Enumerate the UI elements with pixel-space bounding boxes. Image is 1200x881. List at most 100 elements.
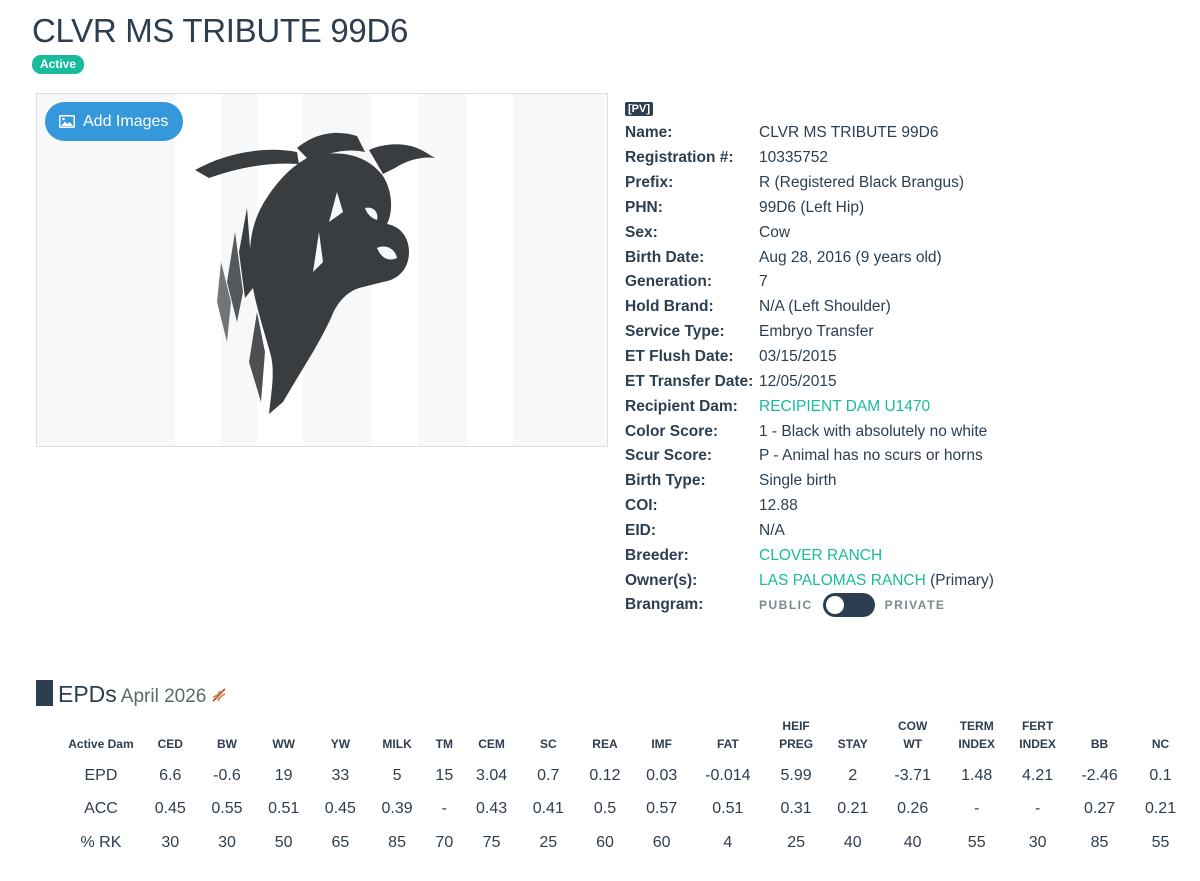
detail-value: N/A — [759, 521, 785, 539]
animal-image-panel: Add Images — [36, 93, 608, 447]
toggle-knob — [825, 596, 844, 615]
table-cell: 0.5 — [593, 800, 617, 818]
detail-label: Scur Score: — [625, 447, 713, 465]
detail-row-owners: Owner(s): LAS PALOMAS RANCH (Primary) — [625, 568, 1185, 593]
breeder-link[interactable]: CLOVER RANCH — [759, 547, 882, 564]
column-header: MILK — [382, 737, 412, 751]
private-label: PRIVATE — [884, 598, 946, 613]
detail-row-sex: Sex: Cow — [625, 220, 1185, 245]
row-label: % RK — [80, 833, 122, 851]
table-cell: 0.39 — [381, 800, 413, 818]
recipient-dam-link[interactable]: RECIPIENT DAM U1470 — [759, 398, 930, 415]
detail-label: Hold Brand: — [625, 298, 714, 316]
public-label: PUBLIC — [759, 598, 813, 613]
detail-label: Birth Type: — [625, 472, 706, 490]
column-header: TERM INDEX — [958, 719, 996, 751]
table-cell: 0.51 — [268, 800, 300, 818]
epd-table-body: EPD 6.6 -0.6 19 33 5 15 3.04 0.7 0.12 0.03 -0.014 5.… — [60, 759, 1190, 860]
detail-label: Sex: — [625, 223, 658, 241]
detail-row-registration: Registration #: 10335752 — [625, 146, 1185, 171]
table-cell: 30 — [1028, 833, 1047, 851]
detail-row-et-transfer-date: ET Transfer Date: 12/05/2015 — [625, 369, 1185, 394]
detail-label: Registration #: — [625, 149, 734, 167]
detail-value: R (Registered Black Brangus) — [759, 174, 965, 192]
detail-row-color-score: Color Score: 1 - Black with absolutely n… — [625, 419, 1185, 444]
detail-row-birth-date: Birth Date: Aug 28, 2016 (9 years old) — [625, 245, 1185, 270]
table-cell: 25 — [539, 833, 558, 851]
column-header: TM — [435, 737, 453, 751]
table-cell: -2.46 — [1081, 766, 1118, 784]
table-cell: 0.57 — [646, 800, 678, 818]
table-cell: 0.1 — [1149, 766, 1172, 784]
image-icon — [59, 115, 75, 128]
table-cell: 75 — [482, 833, 501, 851]
detail-value: Cow — [759, 223, 791, 241]
table-cell: - — [441, 800, 447, 818]
table-cell: 0.03 — [646, 766, 678, 784]
table-cell: - — [1034, 800, 1041, 818]
table-cell: 5 — [392, 766, 402, 784]
detail-value: Single birth — [759, 472, 837, 490]
table-row: EPD 6.6 -0.6 19 33 5 15 3.04 0.7 0.12 0.03 -0.014 5.… — [60, 759, 1190, 793]
column-header: BW — [216, 737, 237, 751]
detail-row-coi: COI: 12.88 — [625, 494, 1185, 519]
detail-value: 10335752 — [759, 149, 828, 167]
detail-label: Recipient Dam: — [625, 397, 738, 415]
table-cell: 0.12 — [589, 766, 621, 784]
brangram-toggle[interactable] — [822, 593, 875, 618]
detail-label: COI: — [625, 497, 658, 515]
owner-link[interactable]: LAS PALOMAS RANCH — [759, 572, 926, 589]
table-cell: 0.51 — [712, 800, 744, 818]
table-cell: -0.6 — [213, 766, 241, 784]
detail-value: P - Animal has no scurs or horns — [759, 447, 983, 465]
detail-label: Generation: — [625, 273, 712, 291]
add-images-button[interactable]: Add Images — [45, 102, 183, 141]
detail-value: 12/05/2015 — [759, 372, 837, 390]
table-cell: 15 — [435, 766, 454, 784]
detail-row-scur-score: Scur Score: P - Animal has no scurs or h… — [625, 444, 1185, 469]
table-cell: 30 — [161, 833, 180, 851]
detail-value: N/A (Left Shoulder) — [759, 298, 891, 316]
detail-value: CLVR MS TRIBUTE 99D6 — [759, 124, 939, 142]
table-cell: 33 — [331, 766, 350, 784]
table-cell: 4 — [723, 833, 733, 851]
table-cell: 30 — [218, 833, 236, 851]
table-row: ACC 0.45 0.55 0.51 0.45 0.39 - 0.43 0.41 0.5 0.57 0… — [60, 793, 1190, 827]
detail-row-recipient-dam: Recipient Dam: RECIPIENT DAM U1470 — [625, 394, 1185, 419]
epd-title: EPDs — [58, 681, 117, 707]
table-cell: 19 — [274, 766, 293, 784]
table-cell: 85 — [1090, 833, 1109, 851]
table-cell: 4.21 — [1022, 766, 1054, 784]
table-cell: 0.31 — [780, 800, 812, 818]
table-cell: 40 — [843, 833, 862, 851]
status-badge: Active — [32, 55, 85, 74]
detail-label: Owner(s): — [625, 571, 698, 589]
detail-label: Breeder: — [625, 546, 689, 564]
table-cell: 0.27 — [1083, 800, 1116, 818]
detail-label: Brangram: — [625, 596, 704, 614]
column-header: FERT INDEX — [1019, 719, 1056, 751]
animal-details: Name: CLVR MS TRIBUTE 99D6 Registration … — [625, 121, 1185, 618]
detail-row-breeder: Breeder: CLOVER RANCH — [625, 543, 1185, 568]
column-header: BB — [1090, 737, 1109, 751]
owner-primary-note: (Primary) — [930, 571, 994, 589]
dna-icon[interactable] — [210, 686, 228, 704]
table-cell: 40 — [903, 833, 922, 851]
detail-row-hold-brand: Hold Brand: N/A (Left Shoulder) — [625, 295, 1185, 320]
column-header: SC — [539, 737, 557, 751]
table-cell: - — [974, 800, 980, 818]
column-header: REA — [592, 737, 618, 751]
table-cell: 60 — [652, 833, 671, 851]
table-cell: 50 — [274, 833, 293, 851]
detail-value: Embryo Transfer — [759, 323, 874, 341]
table-cell: 0.55 — [211, 800, 243, 818]
detail-label: ET Transfer Date: — [625, 372, 754, 390]
table-cell: 65 — [331, 833, 350, 851]
detail-label: Birth Date: — [625, 248, 705, 266]
epd-section-heading: EPDs April 2026 — [36, 676, 228, 708]
detail-value: Aug 28, 2016 (9 years old) — [759, 248, 942, 266]
table-row: % RK 30 30 50 65 85 70 75 25 60 60 4 25 40 40 55 30 85 55 — [60, 826, 1190, 860]
detail-value: 99D6 (Left Hip) — [759, 198, 865, 216]
epd-date: April 2026 — [120, 686, 207, 707]
pv-tag: [PV] — [625, 102, 653, 116]
